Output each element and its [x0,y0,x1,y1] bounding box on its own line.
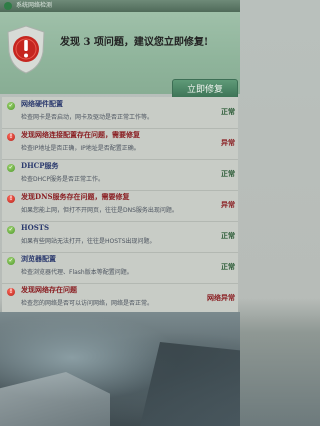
item-description: 检查您的网络是否可以访问网络，网络是否正常。 [21,300,154,307]
summary-header: 发现 3 项问题，建议您立即修复! 立即修复 [0,12,240,101]
list-item: ! 发现DNS服务存在问题，需要修复 如果您能上网，但打不开网页，往往是DNS服… [2,190,238,222]
item-status: 异常 [221,200,235,209]
error-icon: ! [7,195,15,203]
item-status: 正常 [221,169,235,178]
check-results-list: ✓ 网络硬件配置 检查网卡是否启动，网卡及驱动是否正常工作等。 正常 ! 发现网… [2,97,238,312]
item-status: 异常 [221,138,235,147]
item-description: 如果有些网站无法打开，往往是HOSTS出现问题。 [21,238,156,245]
check-ok-icon: ✓ [7,102,15,110]
error-icon: ! [7,133,15,141]
app-logo-icon [4,2,12,10]
item-status: 正常 [221,107,235,116]
item-name: 浏览器配置 [21,254,56,263]
item-name: HOSTS [21,223,50,232]
list-item: ✓ HOSTS 如果有些网站无法打开，往往是HOSTS出现问题。 正常 [2,221,238,253]
check-ok-icon: ✓ [7,164,15,172]
list-item: ✓ 网络硬件配置 检查网卡是否启动，网卡及驱动是否正常工作等。 正常 [2,97,238,129]
item-name: 发现网络连接配置存在问题，需要修复 [21,130,140,139]
list-item: ! 发现网络连接配置存在问题，需要修复 检查IP地址是否正确，IP地址是否配置正… [2,128,238,160]
wallpaper-rock [0,372,110,426]
item-name: DHCP服务 [21,161,59,170]
list-item: ! 发现网络存在问题 检查您的网络是否可以访问网络，网络是否正常。 网络异常 [2,283,238,314]
desktop-wallpaper [0,312,240,426]
item-name: 发现网络存在问题 [21,285,77,294]
wallpaper-rock [140,342,240,426]
item-description: 检查浏览器代理、Flash版本等配置问题。 [21,269,133,276]
item-name: 网络硬件配置 [21,99,63,108]
window-titlebar: 系统网络检测 [0,0,240,12]
error-icon: ! [7,288,15,296]
window-title: 系统网络检测 [16,2,53,9]
check-ok-icon: ✓ [7,257,15,265]
summary-title: 发现 3 项问题，建议您立即修复! [60,37,209,48]
item-status: 正常 [221,231,235,240]
item-description: 检查网卡是否启动，网卡及驱动是否正常工作等。 [21,114,154,121]
item-status: 网络异常 [207,293,235,302]
item-description: 检查DHCP服务是否正常工作。 [21,176,104,183]
item-description: 如果您能上网，但打不开网页，往往是DNS服务出现问题。 [21,207,178,214]
list-item: ✓ 浏览器配置 检查浏览器代理、Flash版本等配置问题。 正常 [2,252,238,284]
list-item: ✓ DHCP服务 检查DHCP服务是否正常工作。 正常 [2,159,238,191]
item-name: 发现DNS服务存在问题，需要修复 [21,192,130,201]
warning-shield-icon [7,25,45,74]
check-ok-icon: ✓ [7,226,15,234]
item-description: 检查IP地址是否正确，IP地址是否配置正确。 [21,145,140,152]
item-status: 正常 [221,262,235,271]
